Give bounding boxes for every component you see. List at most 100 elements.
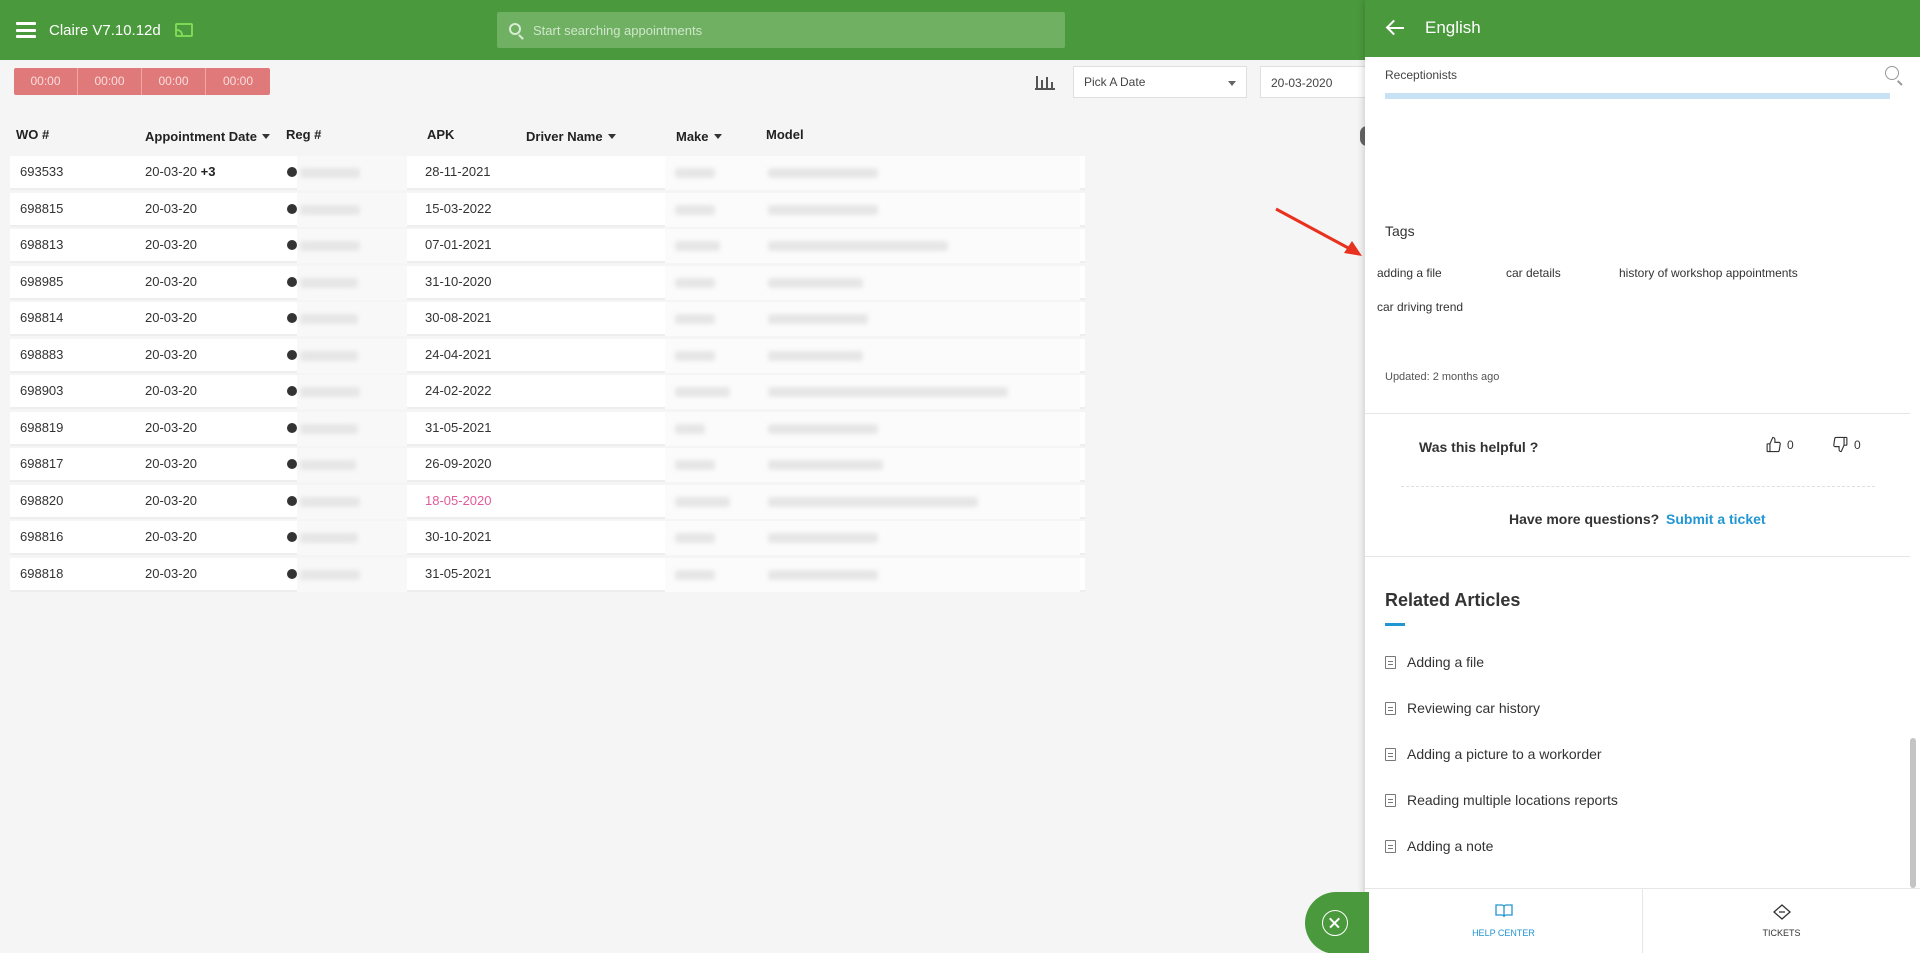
related-article-link[interactable]: Adding a note [1385, 838, 1493, 854]
info-icon[interactable] [287, 422, 297, 433]
related-article-link[interactable]: Reviewing car history [1385, 700, 1540, 716]
search-input[interactable] [533, 12, 1053, 48]
table-row[interactable]: 698816 20-03-20 30-10-2021 [10, 521, 1085, 555]
table-row[interactable]: 698819 20-03-20 31-05-2021 [10, 411, 1085, 446]
info-icon[interactable] [287, 532, 297, 542]
apk-cell: 15-03-2022 [425, 200, 492, 216]
timer-button[interactable]: 00:00 [14, 68, 78, 95]
timer-button[interactable]: 00:00 [78, 68, 142, 95]
appointment-date-cell: 20-03-20 [145, 383, 197, 398]
reg-redacted [300, 569, 360, 580]
tab-label: HELP CENTER [1472, 928, 1535, 938]
ticket-icon [1772, 904, 1791, 920]
sort-icon [261, 134, 270, 139]
wo-cell: 698820 [20, 492, 64, 508]
make-redacted [675, 423, 705, 434]
appointment-date-value: 20-03-20 [145, 237, 198, 252]
menu-icon[interactable] [16, 22, 36, 38]
submit-ticket-link[interactable]: Submit a ticket [1666, 511, 1766, 527]
make-redacted [675, 533, 715, 543]
appointment-date-cell: 20-03-20 [145, 493, 197, 508]
table-row[interactable]: 698818 20-03-20 31-05-2021 [10, 557, 1085, 592]
info-icon[interactable] [287, 459, 297, 469]
tab-help-center[interactable]: HELP CENTER [1365, 889, 1642, 953]
info-icon[interactable] [287, 276, 297, 287]
info-icon[interactable] [287, 167, 297, 177]
info-icon[interactable] [287, 203, 297, 214]
extra-appointments-badge[interactable]: +3 [201, 164, 216, 179]
info-icon[interactable] [287, 386, 297, 396]
info-icon[interactable] [287, 240, 297, 250]
related-article-link[interactable]: Reading multiple locations reports [1385, 792, 1618, 808]
thumbs-down-button[interactable]: 0 [1832, 436, 1861, 453]
related-article-label: Reviewing car history [1407, 700, 1541, 716]
make-redacted [675, 277, 715, 288]
reg-redacted [300, 314, 358, 324]
column-header-make[interactable]: Make [676, 129, 722, 144]
column-header-driver-name[interactable]: Driver Name [526, 129, 616, 144]
info-icon[interactable] [287, 568, 297, 579]
column-header-wo[interactable]: WO # [16, 127, 49, 142]
column-header-model[interactable]: Model [766, 127, 804, 142]
cast-icon[interactable] [175, 23, 193, 37]
column-header-apk[interactable]: APK [427, 127, 454, 142]
model-redacted [768, 533, 878, 543]
appointment-date-cell: 20-03-20 [145, 420, 197, 435]
column-label: APK [427, 127, 455, 142]
search-icon[interactable] [1885, 66, 1899, 80]
table-row[interactable]: 698813 20-03-20 07-01-2021 [10, 229, 1085, 263]
appointment-date-value: 20-03-20 [145, 273, 198, 289]
thumbs-up-icon [1766, 436, 1781, 453]
timer-button[interactable]: 00:00 [142, 68, 206, 95]
date-field[interactable]: 20-03-2020 [1260, 66, 1380, 98]
table-row[interactable]: 698883 20-03-20 24-04-2021 [10, 338, 1085, 373]
reg-redacted [300, 533, 358, 543]
breadcrumb[interactable]: Receptionists [1385, 68, 1457, 82]
table-row[interactable]: 698985 20-03-20 31-10-2020 [10, 265, 1085, 300]
search-bar[interactable] [497, 12, 1065, 48]
related-articles-underline [1385, 623, 1405, 626]
wo-cell: 698903 [20, 383, 64, 398]
tag-chip[interactable]: car driving trend [1365, 294, 1476, 320]
column-header-appointment-date[interactable]: Appointment Date [145, 129, 270, 144]
wo-cell: 693533 [20, 164, 64, 179]
info-icon[interactable] [287, 495, 297, 506]
reg-redacted [300, 460, 356, 470]
table-row[interactable]: 698820 20-03-20 18-05-2020 [10, 484, 1085, 519]
info-icon[interactable] [287, 349, 297, 360]
make-redacted [675, 204, 715, 215]
related-article-link[interactable]: Adding a file [1385, 654, 1484, 670]
scrollbar-thumb[interactable] [1910, 738, 1916, 888]
related-article-label: Adding a note [1407, 838, 1494, 854]
table-row[interactable]: 698814 20-03-20 30-08-2021 [10, 302, 1085, 336]
appointment-date-value: 20-03-20 [145, 383, 198, 398]
apk-cell: 26-09-2020 [425, 456, 492, 471]
column-header-reg[interactable]: Reg # [286, 127, 321, 142]
model-redacted [768, 277, 863, 288]
thumbs-up-button[interactable]: 0 [1765, 436, 1794, 453]
document-icon [1385, 655, 1396, 669]
table-row[interactable]: 698815 20-03-20 15-03-2022 [10, 192, 1085, 227]
table-row[interactable]: 698903 20-03-20 24-02-2022 [10, 375, 1085, 409]
model-redacted [768, 496, 978, 507]
model-redacted [768, 569, 878, 580]
divider [1365, 413, 1910, 414]
table-row[interactable]: 698817 20-03-20 26-09-2020 [10, 448, 1085, 482]
close-help-button[interactable] [1305, 892, 1369, 953]
reg-redacted [300, 423, 358, 434]
tag-chip[interactable]: history of workshop appointments [1607, 260, 1810, 286]
search-icon [509, 23, 521, 35]
appointment-date-cell: 20-03-20 [145, 529, 197, 544]
timer-button[interactable]: 00:00 [206, 68, 270, 95]
model-redacted [768, 387, 1008, 397]
pick-date-select[interactable]: Pick A Date [1073, 66, 1247, 98]
appointment-date-value: 20-03-20 [145, 529, 198, 544]
bar-chart-icon[interactable] [1035, 74, 1055, 90]
tag-chip[interactable]: car details [1494, 260, 1573, 286]
tag-chip[interactable]: adding a file [1365, 260, 1454, 286]
table-row[interactable]: 693533 20-03-20 +3 28-11-2021 [10, 156, 1085, 190]
tab-tickets[interactable]: TICKETS [1642, 889, 1920, 953]
back-arrow-icon[interactable] [1385, 20, 1405, 36]
info-icon[interactable] [287, 313, 297, 323]
related-article-link[interactable]: Adding a picture to a workorder [1385, 746, 1602, 762]
